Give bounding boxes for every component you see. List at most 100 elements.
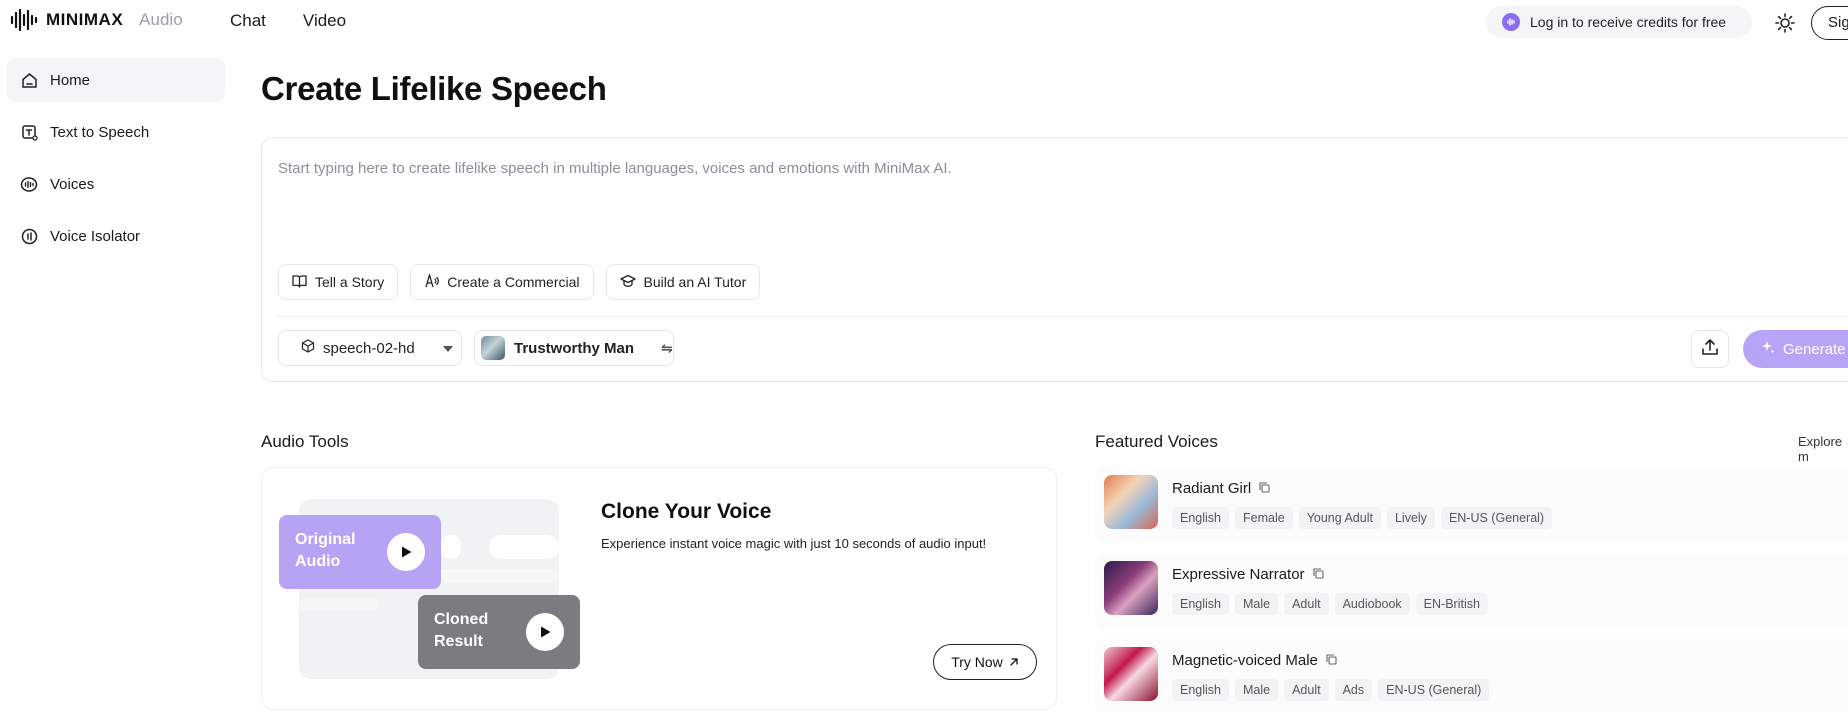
- voice-tag: Audiobook: [1334, 593, 1410, 615]
- sidebar-item-voice-isolator[interactable]: Voice Isolator: [7, 214, 225, 258]
- arrow-up-right-icon: [1009, 654, 1019, 670]
- voice-tags: English Female Young Adult Lively EN-US …: [1172, 507, 1553, 529]
- editor-divider: [278, 316, 1848, 317]
- cloned-result-card[interactable]: Cloned Result: [418, 595, 580, 669]
- play-icon[interactable]: [387, 533, 425, 571]
- voice-avatar: [1104, 475, 1158, 529]
- swap-icon[interactable]: ⇋: [661, 340, 673, 357]
- voice-tag: English: [1172, 507, 1229, 529]
- logo[interactable]: MINIMAX Audio: [10, 8, 183, 32]
- voice-card[interactable]: Radiant Girl English Female Young Adult …: [1095, 467, 1848, 543]
- top-nav: Chat Video: [230, 11, 346, 31]
- prompt-suggestions: Tell a Story Create a Commercial Build a…: [278, 264, 761, 300]
- product-name: Audio: [139, 10, 183, 29]
- voice-tag: Male: [1235, 679, 1279, 701]
- waveform-logo-icon: [10, 8, 38, 32]
- clone-voice-description: Experience instant voice magic with just…: [601, 536, 987, 551]
- text-to-speech-icon: [20, 123, 38, 141]
- nav-chat[interactable]: Chat: [230, 11, 266, 31]
- commercial-icon: [424, 272, 440, 291]
- audio-wave-icon: [1502, 13, 1520, 31]
- voice-name: Radiant Girl: [1172, 480, 1270, 497]
- chip-label: Create a Commercial: [447, 274, 580, 290]
- page-title: Create Lifelike Speech: [261, 70, 607, 107]
- try-now-button[interactable]: Try Now: [933, 644, 1037, 680]
- sidebar-item-label: Voice Isolator: [50, 227, 141, 245]
- clone-voice-title: Clone Your Voice: [601, 500, 772, 523]
- chevron-down-icon: [443, 346, 453, 352]
- featured-voices-list: Radiant Girl English Female Young Adult …: [1095, 467, 1848, 712]
- upload-button[interactable]: [1691, 330, 1729, 368]
- voice-tag: Lively: [1386, 507, 1435, 529]
- voice-tags: English Male Adult Audiobook EN-British: [1172, 593, 1488, 615]
- copy-icon[interactable]: [1259, 480, 1270, 497]
- sidebar: Home Text to Speech Voices Voice Isolato…: [7, 58, 225, 266]
- voice-card[interactable]: Magnetic-voiced Male English Male Adult …: [1095, 639, 1848, 712]
- voice-isolator-icon: [20, 227, 38, 245]
- voice-name: Trustworthy Man: [514, 339, 635, 357]
- tell-a-story-button[interactable]: Tell a Story: [278, 264, 399, 300]
- voices-icon: [20, 175, 38, 193]
- generate-button[interactable]: Generate: [1743, 330, 1848, 368]
- create-a-commercial-button[interactable]: Create a Commercial: [410, 264, 594, 300]
- home-icon: [20, 71, 38, 89]
- sun-icon[interactable]: [1774, 12, 1796, 34]
- build-ai-tutor-button[interactable]: Build an AI Tutor: [605, 264, 761, 300]
- book-icon: [292, 274, 307, 291]
- voice-tag: EN-US (General): [1440, 507, 1553, 529]
- sidebar-item-label: Text to Speech: [50, 123, 150, 141]
- sidebar-item-label: Home: [50, 71, 91, 89]
- play-icon[interactable]: [526, 613, 564, 651]
- featured-voices-heading: Featured Voices: [1095, 432, 1218, 451]
- clone-voice-card[interactable]: Original Audio Cloned Result Clone Your …: [261, 467, 1057, 710]
- sidebar-item-home[interactable]: Home: [7, 58, 225, 102]
- voice-avatar: [1104, 647, 1158, 701]
- copy-icon[interactable]: [1326, 652, 1337, 669]
- nav-video[interactable]: Video: [303, 11, 346, 31]
- illustration-bar: [489, 535, 559, 559]
- voice-card[interactable]: Expressive Narrator English Male Adult A…: [1095, 553, 1848, 629]
- voice-tag: EN-US (General): [1378, 679, 1490, 701]
- voice-name-text: Radiant Girl: [1172, 480, 1252, 497]
- try-now-label: Try Now: [951, 654, 1003, 670]
- model-select[interactable]: speech-02-hd: [278, 330, 462, 366]
- voice-name-text: Magnetic-voiced Male: [1172, 652, 1318, 669]
- upload-icon: [1701, 338, 1719, 361]
- voice-tag: Young Adult: [1298, 507, 1381, 529]
- voice-tag: Female: [1235, 507, 1293, 529]
- chip-label: Build an AI Tutor: [643, 274, 747, 290]
- cube-icon: [301, 339, 315, 357]
- voice-tag: English: [1172, 679, 1229, 701]
- voice-tag: Ads: [1334, 679, 1373, 701]
- graduation-cap-icon: [619, 274, 636, 291]
- sidebar-item-text-to-speech[interactable]: Text to Speech: [7, 110, 225, 154]
- voice-avatar: [1104, 561, 1158, 615]
- illustration-bar: [441, 535, 461, 559]
- explore-more-link[interactable]: Explore m: [1798, 434, 1848, 464]
- credits-text: Log in to receive credits for free: [1530, 14, 1727, 30]
- top-bar: MINIMAX Audio Chat Video Log in to recei…: [0, 0, 1848, 44]
- voice-tag: English: [1172, 593, 1229, 615]
- editor-placeholder[interactable]: Start typing here to create lifelike spe…: [278, 160, 1778, 177]
- copy-icon[interactable]: [1312, 566, 1324, 583]
- voice-name: Magnetic-voiced Male: [1172, 652, 1337, 669]
- audio-tools-heading: Audio Tools: [261, 432, 349, 451]
- model-name: speech-02-hd: [323, 339, 415, 357]
- voice-select[interactable]: Trustworthy Man ⇋: [474, 330, 674, 366]
- illustration-bar: [299, 599, 379, 611]
- voice-tag: EN-British: [1415, 593, 1488, 615]
- voice-tag: Adult: [1284, 679, 1329, 701]
- voice-tag: Adult: [1284, 593, 1329, 615]
- original-audio-card[interactable]: Original Audio: [279, 515, 441, 589]
- sidebar-item-voices[interactable]: Voices: [7, 162, 225, 206]
- voice-name: Expressive Narrator: [1172, 566, 1324, 583]
- voice-avatar: [481, 336, 505, 360]
- voice-tags: English Male Adult Ads EN-US (General): [1172, 679, 1490, 701]
- login-credits-button[interactable]: Log in to receive credits for free: [1486, 6, 1752, 38]
- voice-tag: Male: [1235, 593, 1279, 615]
- generate-label: Generate: [1783, 340, 1846, 358]
- brand-name: MINIMAX: [46, 10, 124, 29]
- speech-editor[interactable]: Start typing here to create lifelike spe…: [261, 137, 1848, 382]
- editor-controls: speech-02-hd Trustworthy Man ⇋: [278, 330, 674, 366]
- sign-in-button[interactable]: Sig: [1811, 6, 1848, 40]
